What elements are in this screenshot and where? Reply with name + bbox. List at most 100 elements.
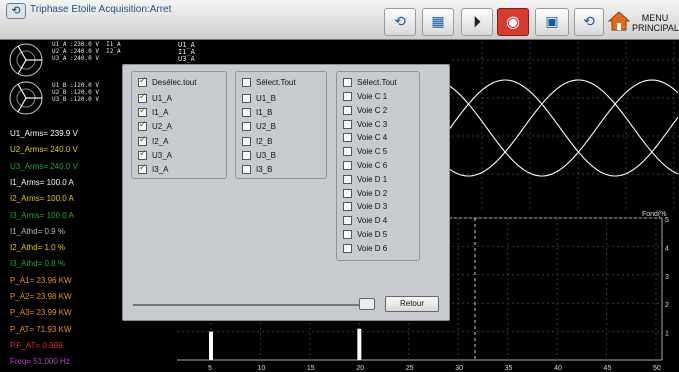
channel-checkbox-row[interactable]: I1_B	[242, 106, 272, 119]
channel-checkbox-row[interactable]: Voie D 5	[343, 228, 387, 241]
readout-value: I1_Athd= 0.9 %	[10, 226, 65, 236]
channel-checkbox-row[interactable]: Voie C 5	[343, 145, 387, 158]
checkbox[interactable]	[343, 161, 352, 170]
channel-checkbox-row[interactable]: U2_B	[242, 120, 276, 133]
refresh-icon: ⟲	[394, 14, 406, 30]
phasor-b-label-3: U3_B :120.0 V	[52, 96, 99, 103]
select-all-label: Sélect.Tout	[256, 78, 296, 87]
channel-checkbox-row[interactable]: U3_B	[242, 149, 276, 162]
checkbox[interactable]	[343, 119, 352, 129]
checkbox[interactable]	[138, 106, 147, 118]
channel-checkbox-row[interactable]: Voie C 1	[343, 90, 387, 103]
readout-value: I2_Athd= 1.0 %	[10, 243, 65, 253]
channel-checkbox-row[interactable]: Voie D 1	[343, 173, 387, 186]
record-button[interactable]: ◉	[497, 8, 529, 36]
channel-checkbox-row[interactable]: I2_A	[138, 135, 168, 148]
channel-checkbox-row[interactable]: Voie C 6	[343, 159, 387, 172]
checkbox-label: I3_A	[152, 165, 169, 174]
refresh-icon-2: ⟲	[583, 14, 595, 30]
channel-checkbox-row[interactable]: Voie C 2	[343, 104, 387, 117]
phasor-diagram-a	[9, 43, 43, 77]
checkbox-label: U2_A	[152, 122, 173, 132]
checkbox-label: U3_A	[152, 150, 173, 160]
main-menu-button[interactable]: MENU PRINCIPAL	[632, 13, 679, 33]
checkbox[interactable]	[343, 202, 352, 212]
checkbox[interactable]	[343, 133, 352, 143]
group-a: Desélec.tout U1_A I1_A U2_A I2_A U3_A I3_A	[131, 71, 227, 179]
y-tick-label: 5	[665, 217, 669, 224]
checkbox-label: Voie D 3	[357, 202, 388, 212]
harmonic-bar	[357, 328, 362, 360]
phasor-a-label-3: U3_A :240.0 V	[52, 55, 99, 62]
slider-track[interactable]	[133, 304, 373, 306]
checkbox-label: U1_A	[152, 94, 173, 103]
checkbox[interactable]	[242, 122, 251, 132]
channel-checkbox-row[interactable]: Voie C 4	[343, 131, 387, 144]
window-title: Triphase Etoile Acquisition:Arret	[30, 4, 172, 15]
screen-icon: ▦	[431, 14, 445, 30]
readout-value: P_A2= 23.98 KW	[10, 292, 72, 301]
channel-checkbox-row[interactable]: U2_A	[138, 120, 172, 133]
checkbox[interactable]	[343, 92, 352, 101]
checkbox[interactable]	[242, 165, 251, 174]
monitor-button[interactable]: ▣	[535, 8, 569, 36]
checkbox-label: Voie D 4	[357, 216, 388, 226]
checkbox[interactable]	[242, 108, 251, 118]
play-button[interactable]: ⏵	[461, 8, 493, 36]
channel-checkbox-row[interactable]: Voie D 2	[343, 187, 387, 200]
group-a-header[interactable]: Desélec.tout	[138, 76, 196, 89]
checkbox-label: U3_B	[256, 150, 277, 160]
checkbox[interactable]	[343, 243, 352, 253]
group-c-header[interactable]: Sélect.Tout	[343, 76, 397, 89]
y-tick-label: 3	[665, 274, 669, 281]
top-toolbar: ⟲ Triphase Etoile Acquisition:Arret ⟲ ▦ …	[0, 0, 679, 40]
checkbox[interactable]	[138, 135, 147, 146]
refresh-button-2[interactable]: ⟲	[574, 8, 604, 36]
checkbox[interactable]	[343, 230, 352, 239]
readout-value: I3_Arms= 100.0 A	[10, 210, 74, 220]
slider-thumb[interactable]	[359, 298, 375, 310]
refresh-button[interactable]: ⟲	[384, 8, 416, 36]
readout-value: I2_Arms= 100.0 A	[10, 194, 74, 204]
checkbox[interactable]	[343, 78, 352, 87]
checkbox[interactable]	[138, 120, 147, 132]
readout-value: P.F_AT= 0.999	[10, 340, 63, 350]
readout-value: U2_Arms= 240.0 V	[10, 145, 78, 155]
channel-checkbox-row[interactable]: Voie D 3	[343, 200, 387, 213]
screen-settings-button[interactable]: ▦	[422, 8, 454, 36]
home-icon[interactable]	[608, 10, 630, 32]
channel-checkbox-row[interactable]: I2_B	[242, 135, 272, 148]
checkbox-label: U2_B	[256, 122, 277, 132]
checkbox[interactable]	[138, 76, 147, 87]
channel-checkbox-row[interactable]: I1_A	[138, 106, 168, 119]
channel-checkbox-row[interactable]: Voie C 3	[343, 118, 387, 131]
checkbox[interactable]	[138, 92, 147, 103]
channel-checkbox-row[interactable]: I3_B	[242, 163, 272, 176]
checkbox[interactable]	[242, 94, 251, 103]
channel-checkbox-row[interactable]: I3_A	[138, 163, 168, 176]
app-refresh-icon[interactable]: ⟲	[6, 3, 26, 19]
group-b-header[interactable]: Sélect.Tout	[242, 76, 296, 89]
checkbox[interactable]	[343, 174, 352, 184]
channel-checkbox-row[interactable]: Voie D 6	[343, 242, 387, 255]
checkbox[interactable]	[343, 105, 352, 115]
checkbox-label: I1_B	[256, 108, 273, 118]
checkbox[interactable]	[138, 149, 147, 160]
channel-checkbox-row[interactable]: U3_A	[138, 149, 172, 162]
checkbox[interactable]	[242, 150, 251, 160]
x-tick-label: 10	[257, 365, 265, 372]
channel-checkbox-row[interactable]: U1_B	[242, 92, 276, 105]
menu-label-line1: MENU	[641, 13, 669, 23]
retour-button[interactable]: Retour	[385, 296, 439, 312]
checkbox[interactable]	[138, 163, 147, 174]
checkbox-label: I2_B	[256, 136, 273, 146]
checkbox-label: Voie D 5	[357, 230, 388, 239]
checkbox[interactable]	[343, 147, 352, 157]
channel-checkbox-row[interactable]: U1_A	[138, 92, 172, 105]
checkbox[interactable]	[242, 136, 251, 146]
checkbox[interactable]	[242, 78, 251, 87]
checkbox[interactable]	[343, 216, 352, 226]
checkbox[interactable]	[343, 188, 352, 198]
channel-checkbox-row[interactable]: Voie D 4	[343, 214, 387, 227]
checkbox-label: Voie C 6	[357, 161, 388, 170]
